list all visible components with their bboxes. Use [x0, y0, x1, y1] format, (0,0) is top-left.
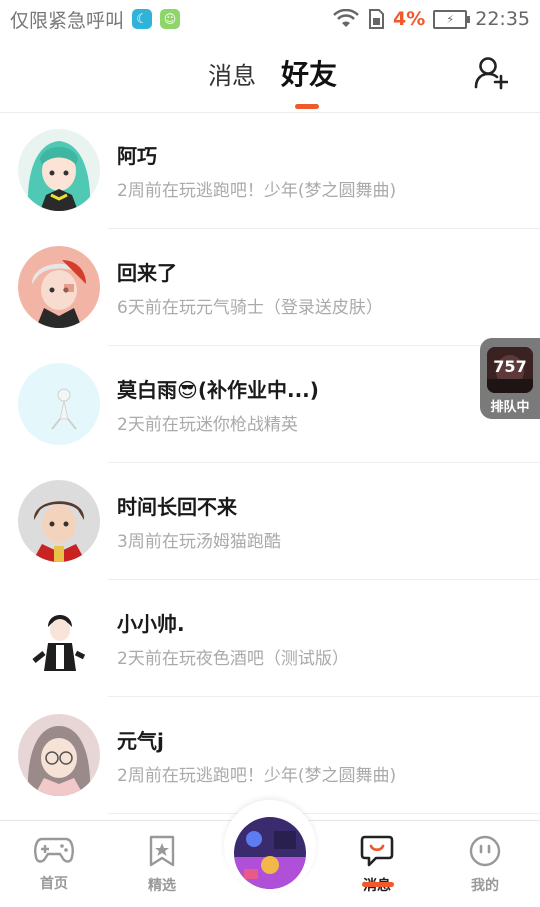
friend-row[interactable]: 阿巧 2周前在玩逃跑吧！少年(梦之圆舞曲): [0, 112, 540, 229]
nav-home-label: 首页: [40, 876, 68, 892]
avatar[interactable]: [18, 363, 100, 445]
friend-status: 2周前在玩逃跑吧！少年(梦之圆舞曲): [117, 766, 397, 786]
nav-home[interactable]: 首页: [19, 835, 89, 893]
queue-label: 排队中: [490, 400, 530, 415]
friend-row[interactable]: 元气j 2周前在玩逃跑吧！少年(梦之圆舞曲): [0, 697, 540, 814]
battery-percent: 4%: [392, 8, 426, 30]
queue-widget[interactable]: 757 排队中: [480, 338, 540, 419]
friend-name: 阿巧: [117, 144, 157, 168]
clock: 22:35: [475, 8, 530, 30]
friend-name: 小小帅.: [117, 612, 185, 636]
avatar[interactable]: [18, 480, 100, 562]
status-left: 仅限紧急呼叫 ☾ ☺: [10, 0, 181, 38]
battery-icon: ⚡: [433, 9, 471, 29]
carrier-text: 仅限紧急呼叫: [10, 9, 125, 32]
friend-status: 6天前在玩元气骑士（登录送皮肤）: [117, 298, 383, 318]
sim-icon: [368, 9, 384, 29]
friend-name: 时间长回不来: [117, 495, 237, 519]
friend-row[interactable]: 小小帅. 2天前在玩夜色酒吧（测试版）: [0, 580, 540, 697]
moon-icon: ☾: [132, 9, 153, 29]
wifi-icon: [333, 9, 359, 27]
avatar[interactable]: [18, 129, 100, 211]
friend-list[interactable]: 阿巧 2周前在玩逃跑吧！少年(梦之圆舞曲) 回来了 6天前在玩元气骑士（登录送皮…: [0, 112, 540, 820]
queue-count: 757: [493, 357, 527, 376]
friend-row[interactable]: 时间长回不来 3周前在玩汤姆猫跑酷: [0, 463, 540, 580]
messages-active-indicator: [362, 882, 394, 887]
friend-status: 2天前在玩夜色酒吧（测试版）: [117, 649, 349, 669]
center-game-button[interactable]: [234, 817, 306, 889]
friend-row[interactable]: 莫白雨😎(补作业中...) 2天前在玩迷你枪战精英: [0, 346, 540, 463]
friend-name: 莫白雨😎(补作业中...): [117, 378, 319, 402]
nav-picks[interactable]: 精选: [127, 835, 197, 895]
tab-friends[interactable]: 好友: [281, 53, 337, 93]
friend-name: 元气j: [117, 729, 164, 753]
status-bar: 仅限紧急呼叫 ☾ ☺ 4% ⚡ 22:35: [0, 0, 540, 38]
friend-name: 回来了: [117, 261, 177, 285]
nav-picks-label: 精选: [148, 878, 176, 894]
tab-messages[interactable]: 消息: [208, 56, 256, 91]
friend-status: 3周前在玩汤姆猫跑酷: [117, 532, 281, 552]
friend-status: 2周前在玩逃跑吧！少年(梦之圆舞曲): [117, 181, 397, 201]
gamepad-icon: [34, 837, 74, 863]
nav-me-label: 我的: [471, 878, 499, 894]
smiley-icon: [469, 835, 501, 867]
friend-status: 2天前在玩迷你枪战精英: [117, 415, 298, 435]
friend-row[interactable]: 回来了 6天前在玩元气骑士（登录送皮肤）: [0, 229, 540, 346]
divider: [108, 813, 540, 814]
status-right: 4% ⚡ 22:35: [333, 0, 530, 38]
avatar[interactable]: [18, 597, 100, 679]
active-tab-indicator: [295, 104, 319, 109]
avatar[interactable]: [18, 714, 100, 796]
nav-me[interactable]: 我的: [450, 835, 520, 895]
add-friend-icon[interactable]: [474, 56, 508, 90]
avatar[interactable]: [18, 246, 100, 328]
app-notification-icon: ☺: [160, 9, 181, 29]
bookmark-star-icon: [149, 835, 175, 867]
chat-bubble-icon: [360, 835, 394, 867]
header: 消息 好友: [0, 38, 540, 113]
